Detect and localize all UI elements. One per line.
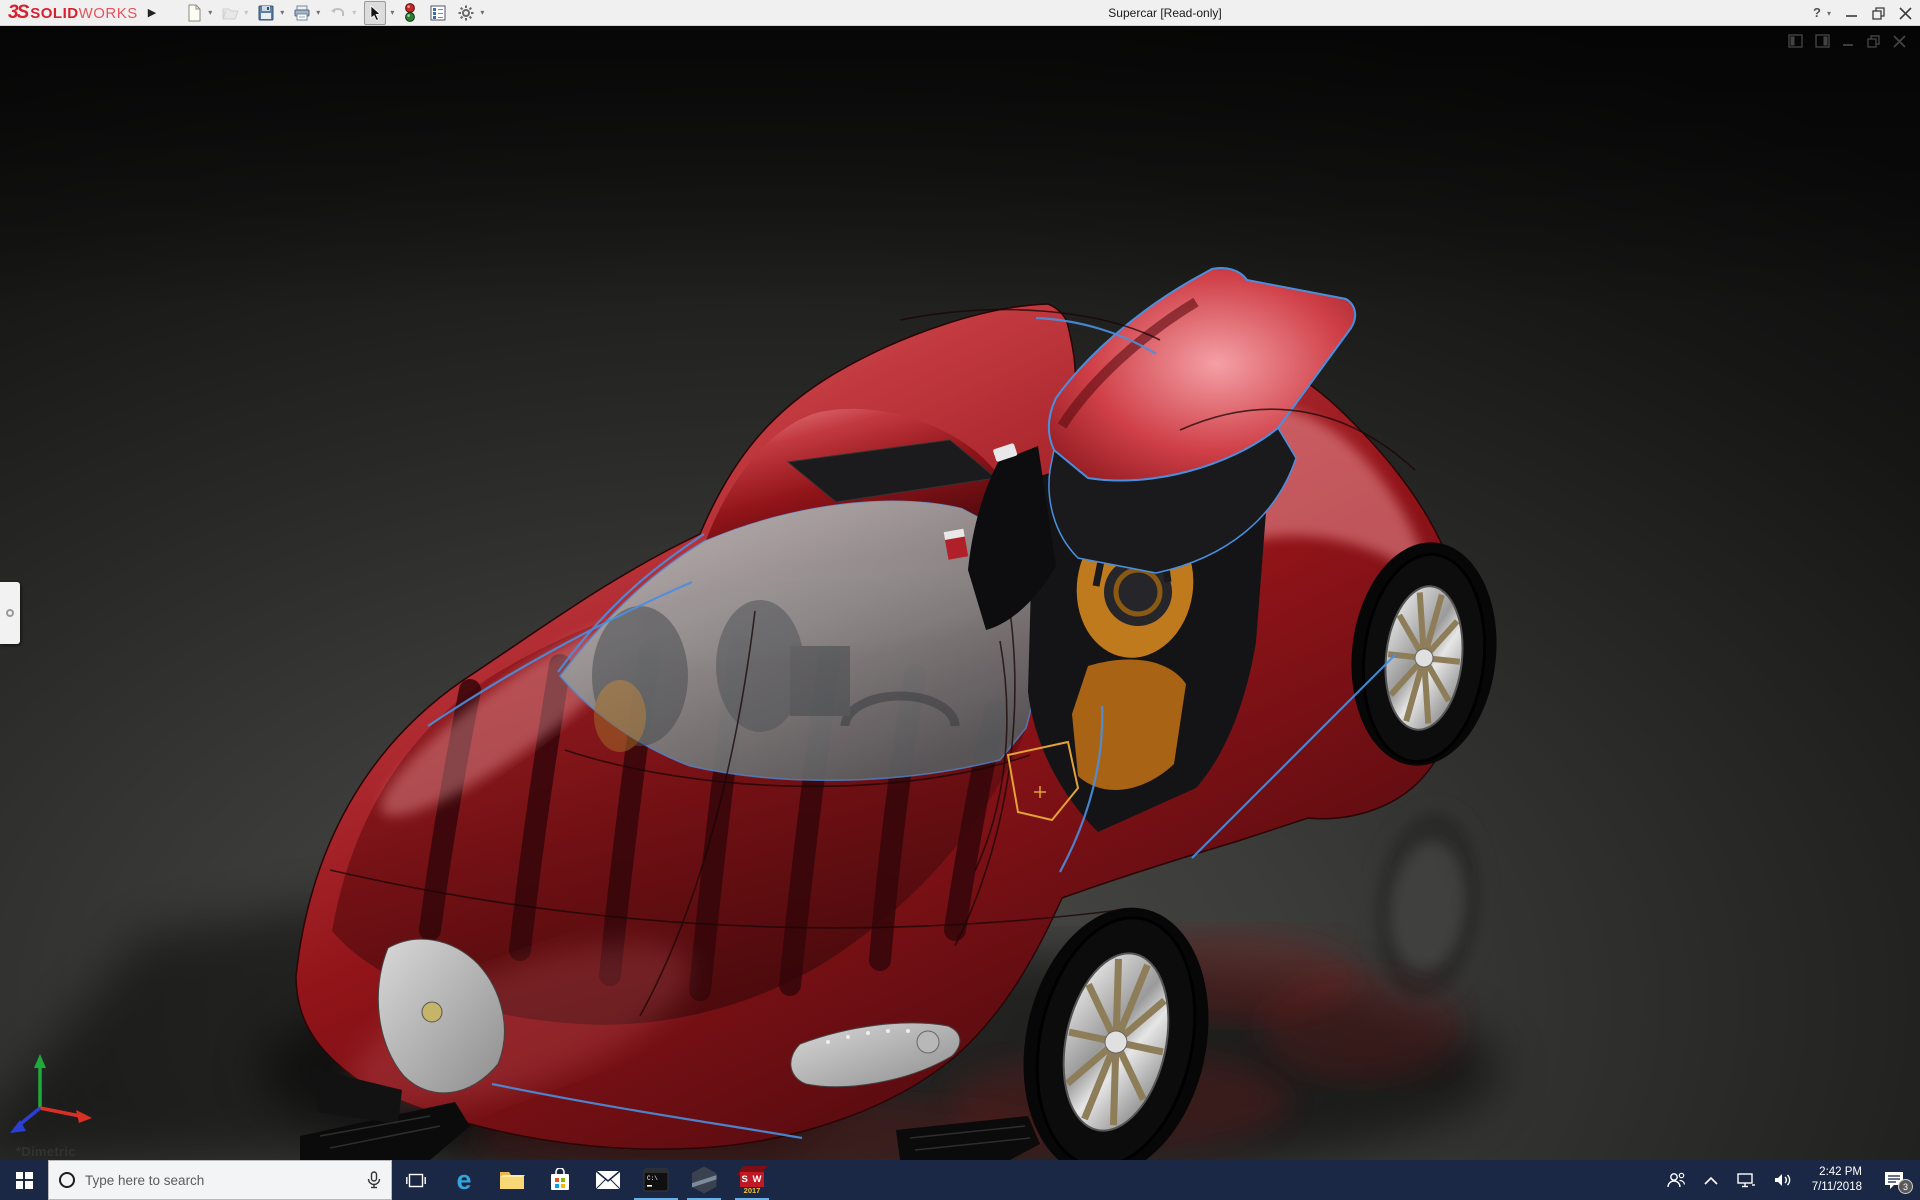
select-tool-button[interactable] [364,1,386,25]
new-document-icon [185,4,203,22]
doc-restore-icon[interactable] [1867,35,1881,48]
taskbar-app-hexagon[interactable] [680,1160,728,1200]
minimize-button-icon[interactable] [1845,7,1858,20]
graphics-viewport[interactable]: *Dimetric [0,26,1920,1160]
notification-badge: 3 [1898,1179,1913,1194]
help-button[interactable]: ? [1813,4,1821,22]
open-folder-icon [221,4,239,22]
file-explorer-icon [499,1169,525,1191]
open-button[interactable] [220,2,240,24]
task-view-button[interactable] [392,1160,440,1200]
pane-tab-icon [6,609,14,617]
window-controls: ? ▾ [1813,0,1912,26]
feature-pane-icon[interactable] [1788,34,1803,48]
network-button[interactable] [1729,1160,1763,1200]
dropdown-caret-icon[interactable]: ▾ [390,8,394,17]
close-button-icon[interactable] [1899,7,1912,20]
rebuild-traffic-light-icon [403,3,417,22]
taskbar-app-solidworks[interactable]: S W 2017 [728,1160,776,1200]
mail-icon [595,1170,621,1190]
undo-arrow-icon [329,4,347,22]
windows-taskbar: e C:\ [0,1160,1920,1200]
doc-minimize-icon[interactable] [1842,35,1855,48]
people-button[interactable] [1659,1160,1693,1200]
restore-button-icon[interactable] [1872,7,1885,20]
solidworks-app-window: 3S SOLID WORKS ▶ ▾ ▾ ▾ [0,0,1920,1200]
title-bar: 3S SOLID WORKS ▶ ▾ ▾ ▾ [0,0,1920,26]
edge-icon: e [456,1167,471,1194]
command-prompt-icon: C:\ [643,1168,669,1192]
options-button[interactable] [456,2,476,24]
dropdown-caret-icon[interactable]: ▾ [480,8,484,17]
microphone-icon[interactable] [367,1171,381,1189]
solidworks-2017-icon: S W 2017 [737,1165,767,1195]
undo-button[interactable] [328,2,348,24]
clock-date: 7/11/2018 [1812,1180,1862,1195]
svg-text:C:\: C:\ [647,1175,658,1182]
windows-logo-icon [16,1172,33,1189]
options-gear-icon [457,4,475,22]
hexagon-app-icon [692,1167,717,1194]
start-button[interactable] [0,1160,48,1200]
rebuild-button[interactable] [402,1,418,24]
quick-access-toolbar: ▾ ▾ ▾ ▾ [184,1,490,25]
view-orientation-label: *Dimetric [16,1144,76,1159]
system-tray: 2:42 PM 7/11/2018 3 [1659,1160,1920,1200]
clock-time: 2:42 PM [1812,1165,1862,1180]
volume-button[interactable] [1767,1160,1800,1200]
file-properties-button[interactable] [428,2,448,24]
save-floppy-icon [257,4,275,22]
dropdown-caret-icon[interactable]: ▾ [352,8,356,17]
speaker-icon [1774,1172,1793,1188]
taskbar-app-command-prompt[interactable]: C:\ [632,1160,680,1200]
logo-text-bold: SOLID [30,5,78,22]
solidworks-logo-mark-icon: 3S [8,2,27,24]
task-view-icon [406,1172,426,1189]
people-icon [1666,1171,1686,1189]
taskbar-search[interactable] [48,1160,392,1200]
select-cursor-icon [366,4,384,22]
dropdown-caret-icon[interactable]: ▾ [280,8,284,17]
chevron-up-icon [1704,1176,1718,1185]
clock[interactable]: 2:42 PM 7/11/2018 [1804,1160,1870,1200]
file-properties-icon [429,4,447,22]
taskbar-app-edge[interactable]: e [440,1160,488,1200]
solidworks-logo: 3S SOLID WORKS [8,2,138,24]
tray-overflow-button[interactable] [1697,1160,1725,1200]
dropdown-caret-icon[interactable]: ▾ [244,8,248,17]
print-button[interactable] [292,2,312,24]
document-window-controls [1788,34,1906,48]
window-title: Supercar [Read-only] [1108,6,1221,20]
dropdown-caret-icon[interactable]: ▾ [208,8,212,17]
taskbar-app-mail[interactable] [584,1160,632,1200]
search-input[interactable] [85,1173,357,1188]
logo-text-light: WORKS [79,5,138,22]
help-caret-icon[interactable]: ▾ [1827,9,1831,18]
print-icon [293,4,311,22]
dropdown-caret-icon[interactable]: ▾ [316,8,320,17]
menu-flyout-arrow-icon[interactable]: ▶ [148,6,156,19]
network-icon [1736,1172,1756,1189]
taskbar-app-file-explorer[interactable] [488,1160,536,1200]
action-center-button[interactable]: 3 [1874,1160,1914,1200]
taskbar-app-store[interactable] [536,1160,584,1200]
new-document-button[interactable] [184,2,204,24]
collapsed-pane-tab[interactable] [0,582,20,644]
display-pane-icon[interactable] [1815,34,1830,48]
microsoft-store-icon [548,1168,572,1192]
cortana-icon [59,1172,75,1188]
doc-close-icon[interactable] [1893,35,1906,48]
supercar-3d-render [0,26,1920,1160]
save-button[interactable] [256,2,276,24]
